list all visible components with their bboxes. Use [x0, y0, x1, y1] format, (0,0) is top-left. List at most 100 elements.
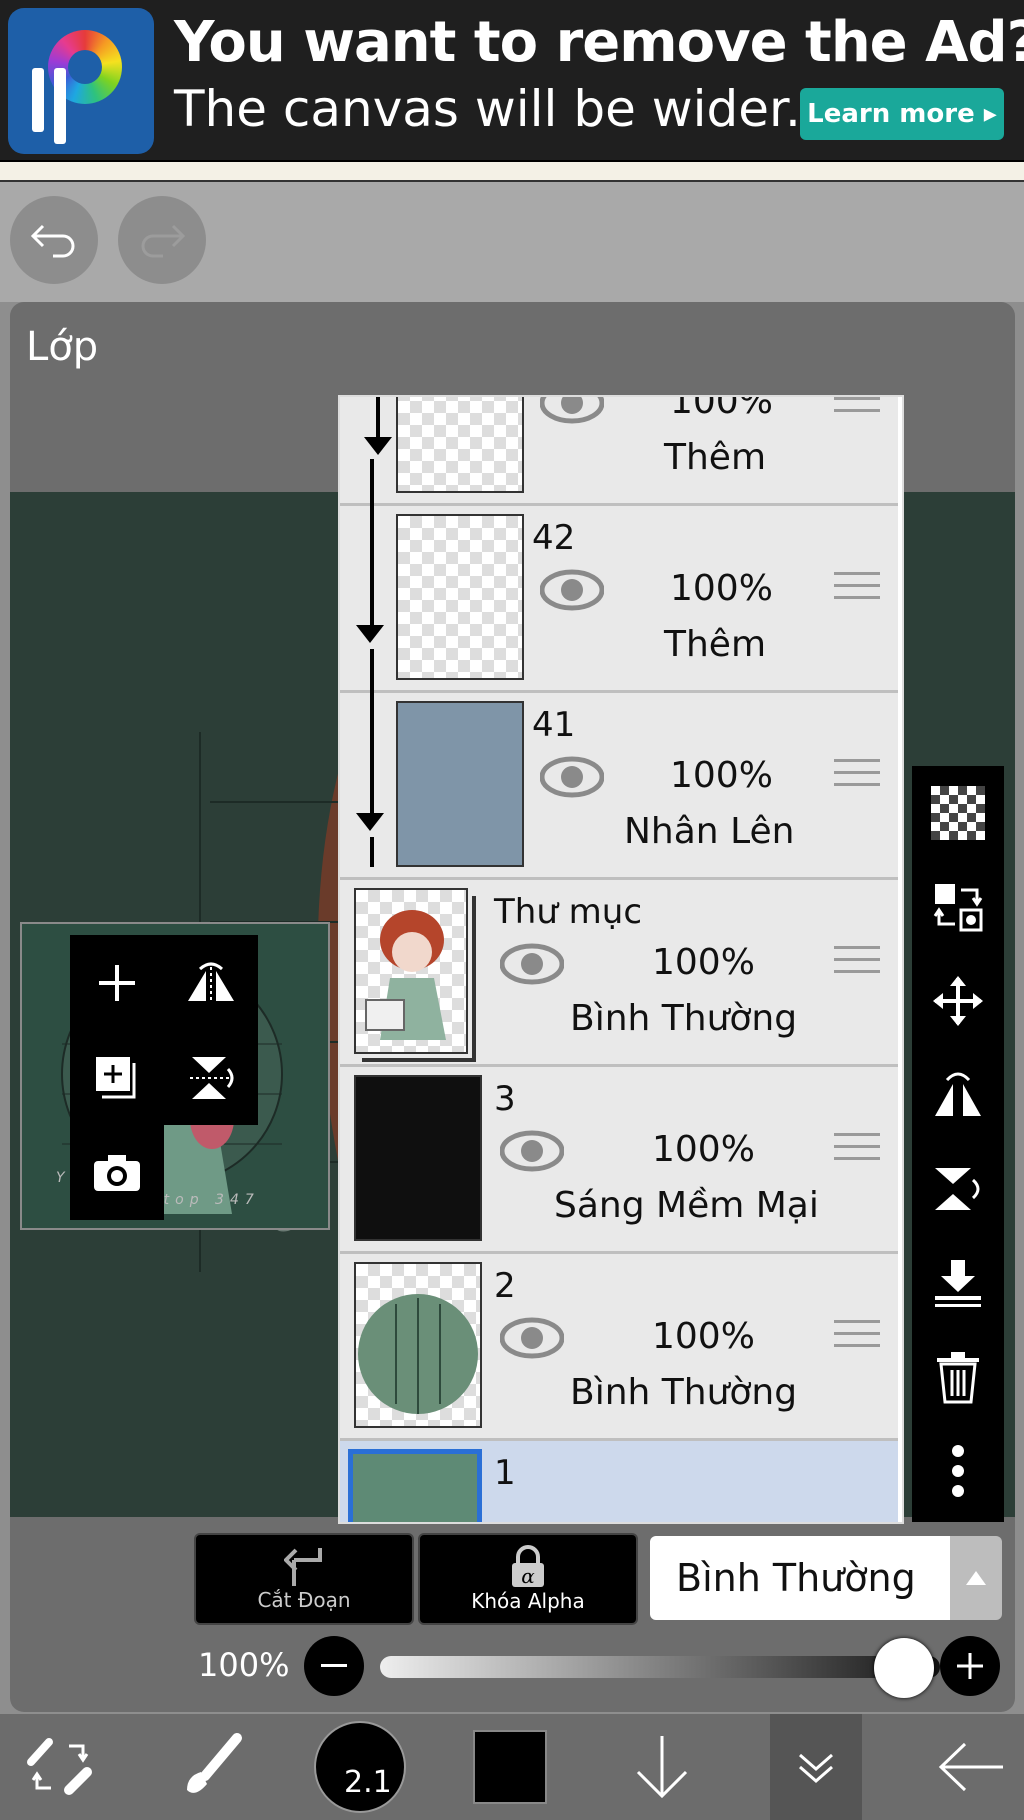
download-button[interactable] — [612, 1714, 712, 1820]
layer-name: 3 — [494, 1079, 516, 1119]
flip-vertical-icon — [190, 1056, 234, 1099]
layer-name: 42 — [532, 518, 576, 558]
layer-name: 41 — [532, 705, 576, 745]
brush-tool-button[interactable] — [160, 1714, 260, 1820]
add-copy-icon — [96, 1056, 136, 1098]
folder-icon — [365, 910, 446, 1040]
blend-mode-dropdown-button[interactable] — [950, 1536, 1002, 1620]
clip-line — [370, 649, 374, 825]
brush-size-button[interactable]: 2.1 — [310, 1714, 410, 1820]
more-options-button[interactable] — [912, 1424, 1004, 1518]
arrow-left-icon — [938, 1742, 1003, 1792]
brush-size-value: 2.1 — [344, 1765, 392, 1800]
layer-item[interactable]: 41 100% Nhân Lên — [340, 693, 898, 880]
layer-blend-mode: Nhân Lên — [624, 811, 795, 852]
brush-icon — [187, 1733, 242, 1793]
bottom-toolbar: 2.1 — [0, 1714, 1024, 1820]
layer-thumbnail — [354, 1262, 482, 1428]
eye-icon[interactable] — [500, 1123, 564, 1179]
alpha-lock-label: Khóa Alpha — [471, 1589, 585, 1613]
learn-more-button[interactable]: Learn more ▸ — [800, 88, 1004, 140]
folder-thumbnail — [354, 888, 468, 1054]
layer-panel-toggle-button[interactable] — [770, 1714, 862, 1820]
brush-eraser-swap-icon — [27, 1738, 92, 1795]
transparency-button[interactable] — [912, 766, 1004, 860]
eye-icon[interactable] — [500, 936, 564, 992]
alpha-lock-button[interactable]: α Khóa Alpha — [418, 1533, 638, 1625]
eye-icon[interactable] — [500, 1310, 564, 1366]
add-layer-button[interactable] — [70, 935, 164, 1030]
layer-tools — [912, 766, 1004, 1522]
opacity-slider[interactable] — [380, 1656, 940, 1678]
layer-item[interactable]: 100% Thêm — [340, 395, 898, 506]
layer-item[interactable]: 3 100% Sáng Mềm Mại — [340, 1067, 898, 1254]
ibispaint-logo-icon — [8, 8, 154, 154]
layer-opacity: 100% — [670, 755, 773, 796]
flip-horizontal-button[interactable] — [164, 935, 258, 1030]
redo-button[interactable] — [118, 196, 206, 284]
back-button[interactable] — [920, 1714, 1020, 1820]
layer-opacity: 100% — [652, 942, 755, 983]
eye-icon[interactable] — [540, 749, 604, 805]
add-folder-layer-button[interactable] — [70, 1030, 164, 1125]
color-picker-button[interactable] — [460, 1714, 560, 1820]
layer-opacity: 100% — [652, 1316, 755, 1357]
undo-icon — [30, 224, 75, 258]
flip-layer-horizontal-button[interactable] — [912, 1048, 1004, 1142]
ad-banner[interactable]: You want to remove the Ad? The canvas wi… — [0, 0, 1024, 162]
merge-down-button[interactable] — [912, 1236, 1004, 1330]
drag-handle-icon[interactable] — [834, 572, 880, 608]
delete-layer-button[interactable] — [912, 1330, 1004, 1424]
layer-name: 2 — [494, 1266, 516, 1306]
layer-thumbnail — [348, 1449, 482, 1522]
opacity-decrease-button[interactable] — [304, 1636, 364, 1696]
layer-list[interactable]: 100% Thêm 42 100% Thêm 41 100% Nhân Lên … — [338, 395, 904, 1524]
blend-mode-select[interactable]: Bình Thường — [650, 1536, 950, 1620]
camera-button[interactable] — [70, 1125, 164, 1220]
clipping-label: Cắt Đoạn — [257, 1588, 351, 1612]
panel-title: Lớp — [26, 324, 99, 370]
opacity-increase-button[interactable] — [940, 1636, 1000, 1696]
layer-opacity: 100% — [670, 395, 773, 422]
move-button[interactable] — [912, 954, 1004, 1048]
layer-thumbnail — [396, 514, 524, 680]
layer-folder-item[interactable]: Thư mục 100% Bình Thường — [340, 880, 898, 1067]
eye-icon[interactable] — [540, 562, 604, 618]
opacity-slider-knob[interactable] — [874, 1638, 934, 1698]
triangle-up-icon — [966, 1571, 986, 1585]
flip-vertical-button[interactable] — [164, 1030, 258, 1125]
chevron-double-down-icon — [799, 1753, 833, 1783]
drag-handle-icon[interactable] — [834, 1320, 880, 1356]
drag-handle-icon[interactable] — [834, 1133, 880, 1169]
transform-tool-button[interactable] — [10, 1714, 110, 1820]
layer-opacity: 100% — [670, 568, 773, 609]
swap-layer-button[interactable] — [912, 860, 1004, 954]
drag-handle-icon[interactable] — [834, 946, 880, 982]
ad-subline: The canvas will be wider. — [174, 80, 801, 138]
svg-text:α: α — [521, 1564, 535, 1588]
plus-icon — [99, 964, 135, 1001]
flip-layer-vertical-button[interactable] — [912, 1142, 1004, 1236]
layer-item[interactable]: 2 100% Bình Thường — [340, 1254, 898, 1441]
drag-handle-icon[interactable] — [834, 759, 880, 795]
eye-icon[interactable] — [540, 395, 604, 431]
ad-divider — [0, 162, 1024, 182]
camera-icon — [94, 1154, 140, 1191]
layer-thumbnail — [396, 397, 524, 493]
layer-item[interactable]: 42 100% Thêm — [340, 506, 898, 693]
brush-size-icon: 2.1 — [314, 1721, 406, 1813]
more-vertical-icon — [952, 1445, 964, 1497]
redo-icon — [141, 224, 186, 258]
camera-tool — [70, 1125, 164, 1220]
current-color-swatch — [473, 1730, 547, 1804]
arrow-down-icon — [636, 1736, 688, 1799]
layer-item-selected[interactable]: 1 — [340, 1441, 898, 1522]
flip-horizontal-icon — [188, 962, 234, 1003]
clipping-arrow-icon — [284, 1548, 322, 1586]
undo-button[interactable] — [10, 196, 98, 284]
clipping-button[interactable]: Cắt Đoạn — [194, 1533, 414, 1625]
swap-icon — [933, 884, 983, 932]
drag-handle-icon[interactable] — [834, 397, 880, 421]
clip-line — [370, 459, 374, 637]
ad-headline: You want to remove the Ad? — [174, 10, 1024, 75]
